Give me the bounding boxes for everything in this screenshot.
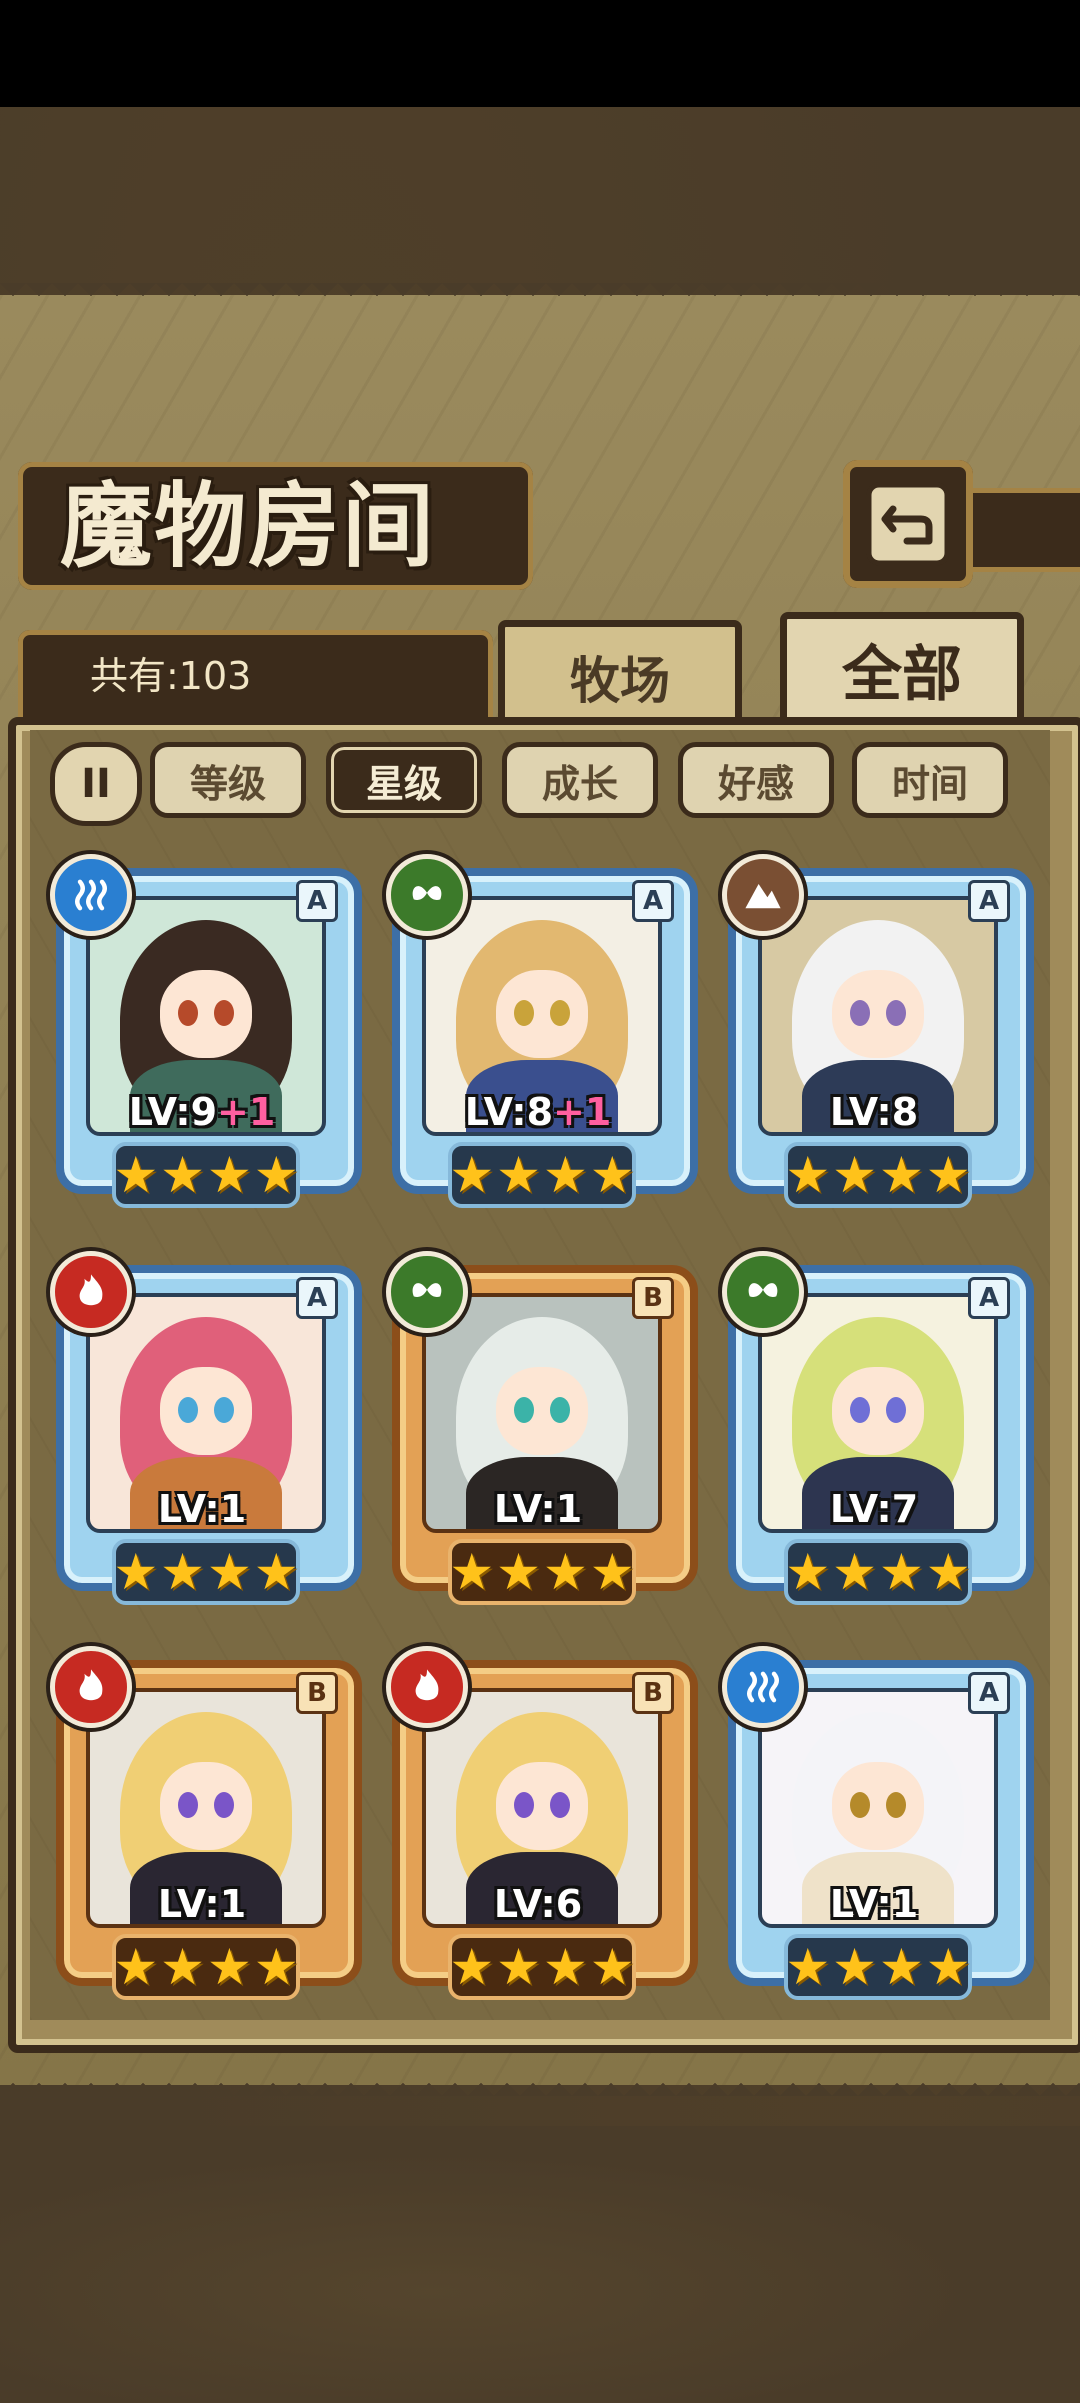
band-edge-top (0, 283, 1080, 309)
star-icon: ★ (879, 1543, 924, 1601)
monster-level: LV:1 (157, 1487, 247, 1531)
star-icon: ★ (449, 1146, 495, 1204)
star-icon: ★ (925, 1543, 971, 1601)
star-icon: ★ (253, 1938, 299, 1996)
leaf-icon (386, 1251, 468, 1333)
flame-icon (50, 1646, 132, 1728)
monster-level: LV:1 (157, 1882, 247, 1926)
monster-level: LV:9+1 (128, 1090, 276, 1134)
rank-badge: A (632, 880, 674, 922)
leaf-icon (386, 854, 468, 936)
star-icon: ★ (785, 1543, 831, 1601)
star-rating: ★ ★ ★ ★ (448, 1934, 636, 2000)
monster-card[interactable]: A LV:9+1 ★ ★ ★ ★ (48, 850, 362, 1210)
star-rating: ★ ★ ★ ★ (784, 1934, 972, 2000)
star-icon: ★ (160, 1938, 205, 1996)
filter-level[interactable]: 等级 (150, 742, 306, 818)
star-rating: ★ ★ ★ ★ (112, 1539, 300, 1605)
filter-growth[interactable]: 成长 (502, 742, 658, 818)
sort-order-toggle[interactable]: II (50, 742, 142, 826)
star-icon: ★ (832, 1543, 877, 1601)
rank-badge: A (296, 1277, 338, 1319)
star-icon: ★ (113, 1543, 159, 1601)
star-icon: ★ (449, 1938, 495, 1996)
star-icon: ★ (160, 1146, 205, 1204)
rank-badge: B (632, 1277, 674, 1319)
monster-card[interactable]: A LV:1 ★ ★ ★ ★ (720, 1642, 1034, 2002)
star-icon: ★ (449, 1543, 495, 1601)
flame-icon (386, 1646, 468, 1728)
star-icon: ★ (543, 1543, 588, 1601)
star-icon: ★ (879, 1146, 924, 1204)
star-icon: ★ (785, 1938, 831, 1996)
flame-icon (50, 1251, 132, 1333)
back-button-rail (965, 488, 1080, 572)
star-rating: ★ ★ ★ ★ (784, 1142, 972, 1208)
rank-badge: B (632, 1672, 674, 1714)
star-icon: ★ (925, 1938, 971, 1996)
star-icon: ★ (496, 1938, 541, 1996)
water-waves-icon (50, 854, 132, 936)
star-icon: ★ (207, 1938, 252, 1996)
monster-level: LV:8+1 (464, 1090, 612, 1134)
star-icon: ★ (832, 1938, 877, 1996)
tab-all[interactable]: 全部 (780, 612, 1024, 726)
star-rating: ★ ★ ★ ★ (784, 1539, 972, 1605)
star-icon: ★ (113, 1938, 159, 1996)
star-icon: ★ (925, 1146, 971, 1204)
monster-level: LV:1 (829, 1882, 919, 1926)
monster-card[interactable]: A LV:1 ★ ★ ★ ★ (48, 1247, 362, 1607)
star-icon: ★ (253, 1543, 299, 1601)
filter-stars[interactable]: 星级 (326, 742, 482, 818)
star-icon: ★ (160, 1543, 205, 1601)
star-icon: ★ (543, 1146, 588, 1204)
filter-time[interactable]: 时间 (852, 742, 1008, 818)
rank-badge: A (968, 1672, 1010, 1714)
star-icon: ★ (832, 1146, 877, 1204)
monster-card[interactable]: B LV:1 ★ ★ ★ ★ (48, 1642, 362, 2002)
star-icon: ★ (589, 1543, 635, 1601)
monster-level: LV:6 (493, 1882, 583, 1926)
filter-affection[interactable]: 好感 (678, 742, 834, 818)
back-button[interactable] (843, 460, 973, 588)
star-icon: ★ (589, 1938, 635, 1996)
star-rating: ★ ★ ★ ★ (112, 1934, 300, 2000)
water-waves-icon (722, 1646, 804, 1728)
rank-badge: B (296, 1672, 338, 1714)
mountain-icon (722, 854, 804, 936)
star-rating: ★ ★ ★ ★ (448, 1142, 636, 1208)
monster-level: LV:1 (493, 1487, 583, 1531)
monster-count: 共有:103 (90, 654, 252, 698)
monster-card[interactable]: A LV:8+1 ★ ★ ★ ★ (384, 850, 698, 1210)
page-title: 魔物房间 (60, 472, 437, 580)
star-icon: ★ (207, 1543, 252, 1601)
star-icon: ★ (496, 1146, 541, 1204)
monster-card[interactable]: B LV:1 ★ ★ ★ ★ (384, 1247, 698, 1607)
star-icon: ★ (113, 1146, 159, 1204)
band-edge-bottom (0, 2070, 1080, 2096)
rank-badge: A (296, 880, 338, 922)
star-icon: ★ (589, 1146, 635, 1204)
star-icon: ★ (207, 1146, 252, 1204)
back-arrow-icon (866, 482, 950, 566)
star-rating: ★ ★ ★ ★ (448, 1539, 636, 1605)
star-icon: ★ (253, 1146, 299, 1204)
leaf-icon (722, 1251, 804, 1333)
monster-card[interactable]: B LV:6 ★ ★ ★ ★ (384, 1642, 698, 2002)
star-icon: ★ (879, 1938, 924, 1996)
star-icon: ★ (543, 1938, 588, 1996)
map-background-bottom (0, 2126, 1080, 2403)
monster-level: LV:8 (829, 1090, 919, 1134)
rank-badge: A (968, 1277, 1010, 1319)
star-icon: ★ (496, 1543, 541, 1601)
monster-card[interactable]: A LV:7 ★ ★ ★ ★ (720, 1247, 1034, 1607)
star-icon: ★ (785, 1146, 831, 1204)
monster-level: LV:7 (829, 1487, 919, 1531)
rank-badge: A (968, 880, 1010, 922)
star-rating: ★ ★ ★ ★ (112, 1142, 300, 1208)
monster-card[interactable]: A LV:8 ★ ★ ★ ★ (720, 850, 1034, 1210)
